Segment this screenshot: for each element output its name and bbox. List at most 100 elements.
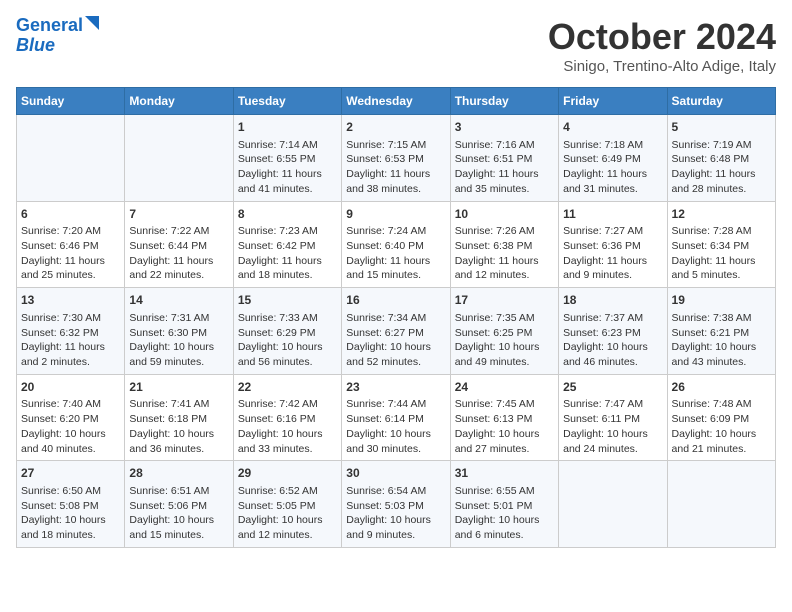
cell-content: Sunrise: 7:44 AM Sunset: 6:14 PM Dayligh… xyxy=(346,397,445,456)
day-number: 3 xyxy=(455,119,554,136)
cell-content: Sunrise: 7:22 AM Sunset: 6:44 PM Dayligh… xyxy=(129,224,228,283)
calendar-cell: 4Sunrise: 7:18 AM Sunset: 6:49 PM Daylig… xyxy=(559,115,667,202)
cell-content: Sunrise: 7:27 AM Sunset: 6:36 PM Dayligh… xyxy=(563,224,662,283)
calendar-cell: 10Sunrise: 7:26 AM Sunset: 6:38 PM Dayli… xyxy=(450,201,558,288)
calendar-cell xyxy=(667,461,775,548)
cell-content: Sunrise: 7:38 AM Sunset: 6:21 PM Dayligh… xyxy=(672,311,771,370)
calendar-table: SundayMondayTuesdayWednesdayThursdayFrid… xyxy=(16,87,776,548)
calendar-cell xyxy=(17,115,125,202)
week-row-1: 1 Sunrise: 7:14 AM Sunset: 6:55 PM Daylig… xyxy=(17,115,776,202)
cell-content: Sunrise: 7:28 AM Sunset: 6:34 PM Dayligh… xyxy=(672,224,771,283)
week-row-5: 27 Sunrise: 6:50 AM Sunset: 5:08 PM Dayli… xyxy=(17,461,776,548)
day-number: 6 xyxy=(21,206,120,223)
calendar-header: SundayMondayTuesdayWednesdayThursdayFrid… xyxy=(17,88,776,115)
calendar-cell: 7Sunrise: 7:22 AM Sunset: 6:44 PM Daylig… xyxy=(125,201,233,288)
day-number: 21 xyxy=(129,379,228,396)
day-number: 15 xyxy=(238,292,337,309)
cell-content: Sunrise: 7:23 AM Sunset: 6:42 PM Dayligh… xyxy=(238,224,337,283)
day-number: 19 xyxy=(672,292,771,309)
calendar-cell: 24Sunrise: 7:45 AM Sunset: 6:13 PM Dayli… xyxy=(450,374,558,461)
logo-arrow-icon xyxy=(85,16,99,35)
cell-content: Sunrise: 7:42 AM Sunset: 6:16 PM Dayligh… xyxy=(238,397,337,456)
page-subtitle: Sinigo, Trentino-Alto Adige, Italy xyxy=(548,58,776,75)
cell-content: Sunrise: 7:30 AM Sunset: 6:32 PM Dayligh… xyxy=(21,311,120,370)
page-header: General Blue October 2024 Sinigo, Trenti… xyxy=(16,16,776,75)
cell-content: Sunrise: 6:55 AM Sunset: 5:01 PM Dayligh… xyxy=(455,484,554,543)
calendar-cell: 20Sunrise: 7:40 AM Sunset: 6:20 PM Dayli… xyxy=(17,374,125,461)
day-header-saturday: Saturday xyxy=(667,88,775,115)
day-number: 27 xyxy=(21,465,120,482)
calendar-cell: 18 Sunrise: 7:37 AM Sunset: 6:23 PM Dayli… xyxy=(559,288,667,375)
day-number: 28 xyxy=(129,465,228,482)
calendar-cell: 2Sunrise: 7:15 AM Sunset: 6:53 PM Daylig… xyxy=(342,115,450,202)
calendar-cell: 9Sunrise: 7:24 AM Sunset: 6:40 PM Daylig… xyxy=(342,201,450,288)
cell-content: Sunrise: 7:20 AM Sunset: 6:46 PM Dayligh… xyxy=(21,224,120,283)
calendar-cell: 21Sunrise: 7:41 AM Sunset: 6:18 PM Dayli… xyxy=(125,374,233,461)
day-number: 17 xyxy=(455,292,554,309)
cell-content: Sunrise: 7:19 AM Sunset: 6:48 PM Dayligh… xyxy=(672,138,771,197)
calendar-cell: 31 Sunrise: 6:55 AM Sunset: 5:01 PM Dayli… xyxy=(450,461,558,548)
calendar-cell: 1 Sunrise: 7:14 AM Sunset: 6:55 PM Daylig… xyxy=(233,115,341,202)
calendar-cell: 16 Sunrise: 7:34 AM Sunset: 6:27 PM Dayli… xyxy=(342,288,450,375)
cell-content: Sunrise: 6:54 AM Sunset: 5:03 PM Dayligh… xyxy=(346,484,445,543)
title-block: October 2024 Sinigo, Trentino-Alto Adige… xyxy=(548,16,776,75)
day-number: 11 xyxy=(563,206,662,223)
calendar-cell: 28 Sunrise: 6:51 AM Sunset: 5:06 PM Dayli… xyxy=(125,461,233,548)
calendar-cell xyxy=(559,461,667,548)
cell-content: Sunrise: 7:37 AM Sunset: 6:23 PM Dayligh… xyxy=(563,311,662,370)
day-number: 4 xyxy=(563,119,662,136)
day-number: 29 xyxy=(238,465,337,482)
cell-content: Sunrise: 7:47 AM Sunset: 6:11 PM Dayligh… xyxy=(563,397,662,456)
day-number: 7 xyxy=(129,206,228,223)
cell-content: Sunrise: 7:45 AM Sunset: 6:13 PM Dayligh… xyxy=(455,397,554,456)
cell-content: Sunrise: 7:26 AM Sunset: 6:38 PM Dayligh… xyxy=(455,224,554,283)
day-number: 22 xyxy=(238,379,337,396)
cell-content: Sunrise: 7:40 AM Sunset: 6:20 PM Dayligh… xyxy=(21,397,120,456)
logo: General Blue xyxy=(16,16,99,56)
day-number: 10 xyxy=(455,206,554,223)
calendar-cell: 12Sunrise: 7:28 AM Sunset: 6:34 PM Dayli… xyxy=(667,201,775,288)
day-number: 24 xyxy=(455,379,554,396)
calendar-cell: 19 Sunrise: 7:38 AM Sunset: 6:21 PM Dayli… xyxy=(667,288,775,375)
calendar-cell: 6Sunrise: 7:20 AM Sunset: 6:46 PM Daylig… xyxy=(17,201,125,288)
calendar-cell: 23Sunrise: 7:44 AM Sunset: 6:14 PM Dayli… xyxy=(342,374,450,461)
week-row-4: 20Sunrise: 7:40 AM Sunset: 6:20 PM Dayli… xyxy=(17,374,776,461)
cell-content: Sunrise: 7:41 AM Sunset: 6:18 PM Dayligh… xyxy=(129,397,228,456)
cell-content: Sunrise: 7:48 AM Sunset: 6:09 PM Dayligh… xyxy=(672,397,771,456)
logo-text: General xyxy=(16,16,83,36)
cell-content: Sunrise: 7:31 AM Sunset: 6:30 PM Dayligh… xyxy=(129,311,228,370)
calendar-cell xyxy=(125,115,233,202)
week-row-2: 6Sunrise: 7:20 AM Sunset: 6:46 PM Daylig… xyxy=(17,201,776,288)
day-number: 13 xyxy=(21,292,120,309)
calendar-cell: 14Sunrise: 7:31 AM Sunset: 6:30 PM Dayli… xyxy=(125,288,233,375)
day-header-friday: Friday xyxy=(559,88,667,115)
day-number: 25 xyxy=(563,379,662,396)
cell-content: Sunrise: 7:34 AM Sunset: 6:27 PM Dayligh… xyxy=(346,311,445,370)
calendar-cell: 27 Sunrise: 6:50 AM Sunset: 5:08 PM Dayli… xyxy=(17,461,125,548)
day-number: 1 xyxy=(238,119,337,136)
cell-content: Sunrise: 7:33 AM Sunset: 6:29 PM Dayligh… xyxy=(238,311,337,370)
cell-content: Sunrise: 7:15 AM Sunset: 6:53 PM Dayligh… xyxy=(346,138,445,197)
cell-content: Sunrise: 7:14 AM Sunset: 6:55 PM Dayligh… xyxy=(238,138,337,197)
day-header-monday: Monday xyxy=(125,88,233,115)
day-header-tuesday: Tuesday xyxy=(233,88,341,115)
calendar-cell: 22Sunrise: 7:42 AM Sunset: 6:16 PM Dayli… xyxy=(233,374,341,461)
calendar-cell: 15 Sunrise: 7:33 AM Sunset: 6:29 PM Dayli… xyxy=(233,288,341,375)
day-number: 18 xyxy=(563,292,662,309)
calendar-cell: 8Sunrise: 7:23 AM Sunset: 6:42 PM Daylig… xyxy=(233,201,341,288)
calendar-cell: 13 Sunrise: 7:30 AM Sunset: 6:32 PM Dayli… xyxy=(17,288,125,375)
day-number: 5 xyxy=(672,119,771,136)
calendar-body: 1 Sunrise: 7:14 AM Sunset: 6:55 PM Daylig… xyxy=(17,115,776,548)
cell-content: Sunrise: 6:51 AM Sunset: 5:06 PM Dayligh… xyxy=(129,484,228,543)
day-number: 8 xyxy=(238,206,337,223)
calendar-cell: 5 Sunrise: 7:19 AM Sunset: 6:48 PM Daylig… xyxy=(667,115,775,202)
day-number: 16 xyxy=(346,292,445,309)
cell-content: Sunrise: 7:16 AM Sunset: 6:51 PM Dayligh… xyxy=(455,138,554,197)
week-row-3: 13 Sunrise: 7:30 AM Sunset: 6:32 PM Dayli… xyxy=(17,288,776,375)
calendar-cell: 17Sunrise: 7:35 AM Sunset: 6:25 PM Dayli… xyxy=(450,288,558,375)
calendar-cell: 11Sunrise: 7:27 AM Sunset: 6:36 PM Dayli… xyxy=(559,201,667,288)
cell-content: Sunrise: 6:52 AM Sunset: 5:05 PM Dayligh… xyxy=(238,484,337,543)
cell-content: Sunrise: 6:50 AM Sunset: 5:08 PM Dayligh… xyxy=(21,484,120,543)
day-header-wednesday: Wednesday xyxy=(342,88,450,115)
day-number: 31 xyxy=(455,465,554,482)
